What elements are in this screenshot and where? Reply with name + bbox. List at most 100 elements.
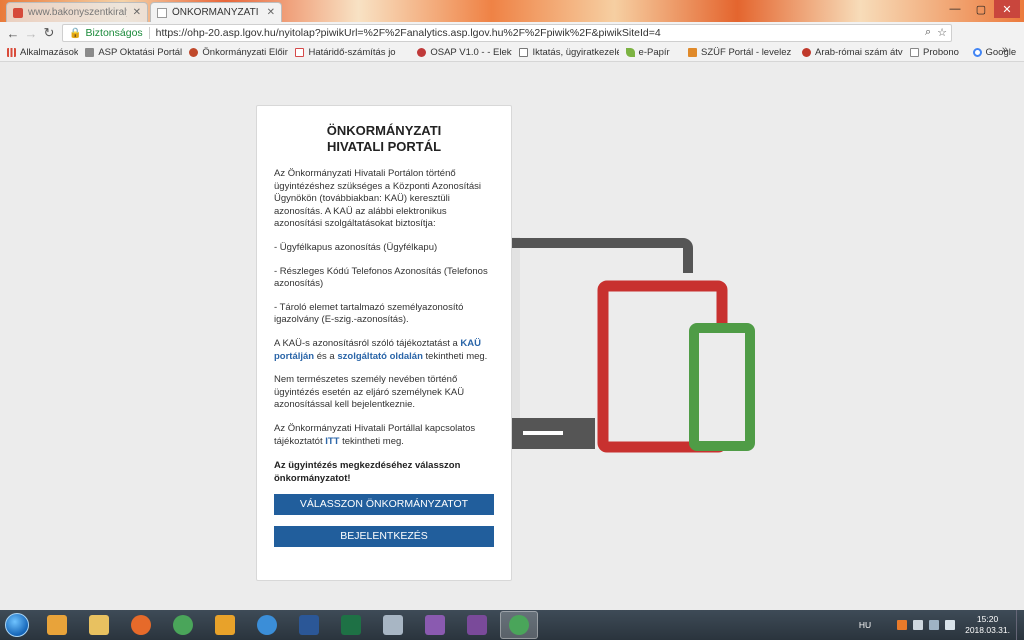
url-text[interactable]: https://ohp-20.asp.lgov.hu/nyitolap?piwi… [156,27,661,39]
bookmark-osap[interactable]: OSAP V1.0 - - Elektro [417,47,512,58]
file-explorer-icon [89,615,109,635]
bookmark-favicon-icon [688,48,697,57]
internet-explorer-icon [257,615,277,635]
browser-toolbar: ← → ↻ 🔒 Biztonságos https://ohp-20.asp.l… [0,22,1024,60]
clock[interactable]: 15:20 2018.03.31. [965,614,1010,636]
bookmark-label: Google [985,47,1017,58]
taskbar-app-button[interactable] [458,611,496,639]
taskbar-app-button[interactable] [332,611,370,639]
taskbar-app-button[interactable] [38,611,76,639]
chrome-active-icon [509,615,529,635]
tab-close-icon[interactable]: ✕ [261,7,275,18]
close-window-icon[interactable]: ✕ [994,0,1020,18]
kau-info-text: A KAÜ-s azonosításról szóló tájékoztatás… [274,338,494,363]
page-icon [910,48,920,57]
back-arrow-icon[interactable]: ← [4,24,22,42]
bookmark-szuf-portal[interactable]: SZÜF Portál - levelez [688,47,795,58]
itt-link[interactable]: ITT [325,436,339,447]
taskbar-app-button[interactable] [122,611,160,639]
clock-date: 2018.03.31. [965,625,1010,635]
tab-bakonyszentkiraly[interactable]: www.bakonyszentkiraly ✕ [6,2,148,22]
select-municipality-prompt: Az ügyintézés megkezdéséhez válasszon ön… [274,460,461,484]
taskbar-app-button[interactable] [500,611,538,639]
telefonos-azonositas-text: - Részleges Kódú Telefonos Azonosítás (T… [274,265,488,290]
tab-onkormanyzati-hivatali-portal[interactable]: ÖNKORMÁNYZATI HIVA ✕ [150,2,282,22]
taskbar-app-button[interactable] [80,611,118,639]
lock-icon: 🔒 [69,27,82,39]
bookmark-star-icon[interactable]: ☆ [937,26,947,39]
bookmark-probono[interactable]: Probono [910,47,965,58]
security-label: Biztonságos [85,27,150,39]
taskbar-apps [34,611,538,639]
chrome-icon [173,615,193,635]
bookmark-arab-romai[interactable]: Arab-római szám átv [801,47,903,58]
phone-backdrop-shape [691,327,750,447]
zoom-search-icon[interactable]: ⌕ [925,26,931,39]
page-icon [519,48,529,57]
outlook-icon [215,615,235,635]
bookmark-onkormanyzati-eloiras[interactable]: Önkormányzati Előirá [189,47,288,58]
rar-icon [467,615,487,635]
bookmarks-bar: Alkalmazások ASP Oktatási Portál Önkormá… [0,44,1024,62]
portal-title: ÖNKORMÁNYZATI HIVATALI PORTÁL [274,123,494,155]
taskbar-app-button[interactable] [206,611,244,639]
login-button[interactable]: BEJELENTKEZÉS [274,526,494,548]
bookmark-label: Határidő-számítás jo [308,47,396,58]
excel-icon [341,615,361,635]
firefox-icon [131,615,151,635]
text-fragment: tekintheti meg. [422,350,488,362]
laptop-screen-shape [505,238,693,273]
start-button[interactable] [0,610,34,640]
tab-close-icon[interactable]: ✕ [127,7,141,18]
taskbar-app-button[interactable] [374,611,412,639]
bookmark-label: Alkalmazások [20,47,79,58]
windows-taskbar: HU 15:20 2018.03.31. [0,610,1024,640]
calendar-icon [295,48,305,57]
provider-page-link[interactable]: szolgáltató oldalán [337,351,423,362]
portal-info-text: Az Önkormányzati Hivatali Portállal kapc… [274,423,494,448]
browser-tab-strip: www.bakonyszentkiraly ✕ ÖNKORMÁNYZATI HI… [0,0,1024,22]
taskbar-app-button[interactable] [416,611,454,639]
action-flag-icon[interactable] [913,620,924,630]
media-player-icon [47,615,67,635]
bookmark-label: OSAP V1.0 - - Elektro [430,47,512,58]
network-icon[interactable] [929,620,940,630]
bookmark-favicon-icon [85,48,95,57]
google-icon [972,48,982,57]
legal-entity-text: Nem természetes személy nevében történő … [274,374,465,411]
taskbar-app-button[interactable] [248,611,286,639]
laptop-slot-shape [523,431,563,435]
e-szig-text: - Tároló elemet tartalmazó személyazonos… [274,301,464,326]
reload-icon[interactable]: ↻ [40,24,58,42]
select-municipality-button[interactable]: VÁLASSZON ÖNKORMÁNYZATOT [274,494,494,516]
kau-intro-text: Az Önkormányzati Hivatali Portálon törté… [274,168,482,230]
notification-icon[interactable] [897,620,908,630]
system-tray: HU 15:20 2018.03.31. [859,610,1024,640]
bookmark-asp-oktatasi-portal[interactable]: ASP Oktatási Portál [85,47,182,58]
bookmark-label: Iktatás, ügyiratkezelé [532,47,619,58]
bookmark-favicon-icon [189,48,199,57]
bookmark-favicon-icon [417,48,427,57]
bookmark-favicon-icon [801,48,811,57]
bookmark-e-papir[interactable]: e-Papír [625,47,681,58]
bookmark-google[interactable]: Google [972,47,1024,58]
address-bar[interactable]: 🔒 Biztonságos https://ohp-20.asp.lgov.hu… [62,24,952,42]
bookmark-hatarido-szamitas[interactable]: Határidő-számítás jo [295,47,410,58]
portal-title-line1: ÖNKORMÁNYZATI [326,123,442,138]
language-indicator[interactable]: HU [859,620,871,630]
bookmark-alkalmazasok[interactable]: Alkalmazások [7,47,78,58]
word-icon [299,615,319,635]
apps-grid-icon [7,48,16,57]
taskbar-app-button[interactable] [290,611,328,639]
bookmark-label: Probono [923,47,959,58]
taskbar-app-button[interactable] [164,611,202,639]
show-desktop-button[interactable] [1016,610,1024,640]
maximize-icon[interactable]: ▢ [968,0,994,18]
bookmark-label: e-Papír [638,47,670,58]
bookmarks-overflow-icon[interactable]: » [1002,44,1008,56]
minimize-icon[interactable]: — [942,0,968,18]
forward-arrow-icon[interactable]: → [22,24,40,42]
volume-icon[interactable] [945,620,956,630]
bookmark-iktatas[interactable]: Iktatás, ügyiratkezelé [519,47,619,58]
text-fragment: és a [314,350,338,362]
